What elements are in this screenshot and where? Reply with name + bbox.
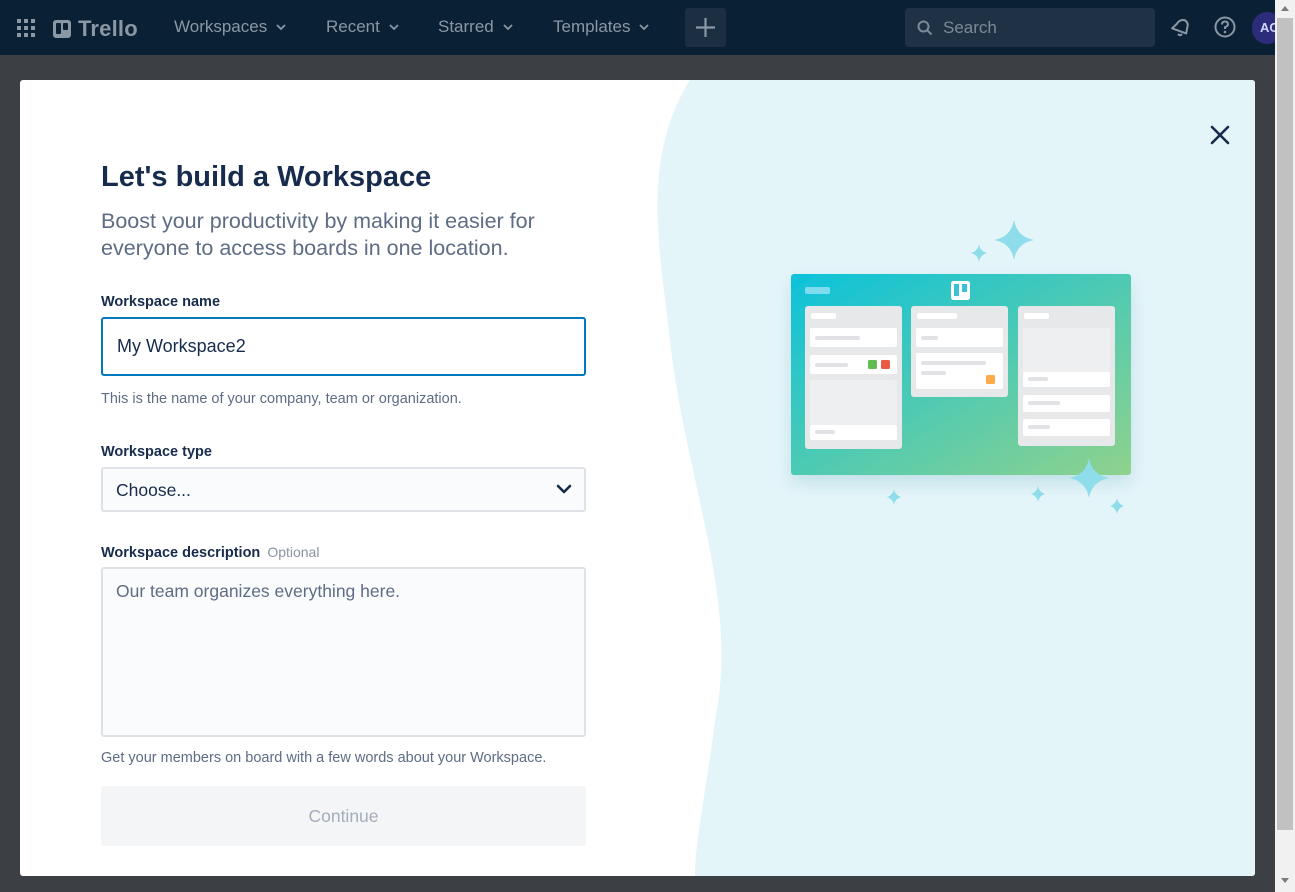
optional-tag: Optional — [267, 544, 320, 560]
workspace-type-label: Workspace type — [101, 444, 212, 460]
chevron-down-icon — [556, 484, 572, 494]
workspace-name-input[interactable] — [101, 317, 586, 376]
trello-logo-icon — [53, 20, 71, 38]
workspace-type-value: Choose... — [116, 480, 191, 500]
workspace-name-label: Workspace name — [101, 294, 221, 310]
search-placeholder: Search — [943, 18, 997, 37]
help-icon[interactable] — [1214, 16, 1236, 38]
create-button[interactable] — [685, 8, 726, 47]
nav-templates-label: Templates — [553, 17, 631, 36]
nav-workspaces-label: Workspaces — [174, 17, 268, 36]
top-navigation-bar: Trello Workspaces Recent Starred Templat… — [0, 0, 1282, 55]
nav-starred-label: Starred — [438, 17, 494, 36]
trello-logo[interactable]: Trello — [53, 16, 138, 42]
nav-workspaces-menu[interactable]: Workspaces — [174, 17, 286, 37]
board-illustration — [791, 220, 1131, 514]
modal-title: Let's build a Workspace — [101, 161, 432, 193]
nav-templates-menu[interactable]: Templates — [553, 17, 650, 37]
search-box[interactable]: Search — [905, 8, 1155, 47]
search-icon — [917, 20, 933, 36]
chevron-down-icon — [639, 24, 650, 31]
chevron-down-icon — [276, 24, 286, 31]
scroll-down-arrow-icon[interactable] — [1281, 878, 1289, 883]
workspace-description-label: Workspace description Optional — [101, 544, 319, 561]
notification-bell-icon[interactable] — [1169, 16, 1191, 38]
workspace-type-select[interactable]: Choose... — [101, 467, 586, 512]
nav-starred-menu[interactable]: Starred — [438, 17, 513, 37]
nav-recent-label: Recent — [326, 17, 380, 36]
chevron-down-icon — [503, 24, 513, 31]
workspace-name-helper: This is the name of your company, team o… — [101, 391, 462, 407]
workspace-description-textarea[interactable] — [101, 567, 586, 737]
scrollbar-thumb[interactable] — [1277, 18, 1293, 830]
create-workspace-modal: Let's build a Workspace Boost your produ… — [20, 80, 1255, 876]
workspace-description-helper: Get your members on board with a few wor… — [101, 750, 547, 766]
nav-recent-menu[interactable]: Recent — [326, 17, 399, 37]
modal-subtitle: Boost your productivity by making it eas… — [101, 209, 535, 260]
chevron-down-icon — [389, 24, 399, 31]
logo-text: Trello — [78, 16, 138, 41]
scroll-up-arrow-icon[interactable] — [1281, 6, 1289, 11]
plus-icon — [696, 18, 715, 37]
workspace-description-label-text: Workspace description — [101, 545, 261, 561]
apps-grid-icon[interactable] — [16, 18, 36, 38]
close-icon[interactable] — [1206, 121, 1234, 149]
continue-button[interactable]: Continue — [101, 786, 586, 846]
